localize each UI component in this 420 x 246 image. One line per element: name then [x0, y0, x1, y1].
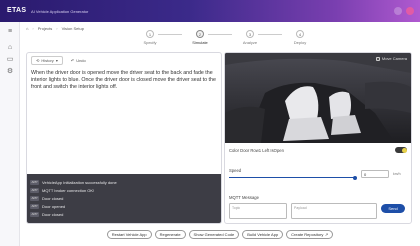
- speed-unit: km/h: [393, 172, 401, 176]
- folder-icon[interactable]: ▭: [6, 56, 14, 64]
- left-rail: ≡ ⌂ ▭ ⚙: [0, 22, 20, 246]
- history-button[interactable]: ⟲ History ▾: [31, 56, 63, 65]
- console-log: APP VehicleApp Initialization successful…: [27, 174, 221, 223]
- log-line: APP MQTT broker connection OK!: [30, 187, 95, 193]
- step-analyze[interactable]: 3 Analyze: [230, 30, 270, 45]
- switch-knob: [401, 147, 407, 153]
- top-bar: ETAS AI Vehicle Application Generator: [0, 0, 420, 22]
- speed-label: Speed: [229, 168, 242, 173]
- etas-logo: ETAS: [7, 7, 27, 14]
- action-bar: Restart Vehicle App Regenerate Show Gene…: [0, 230, 420, 240]
- speed-input[interactable]: 0: [361, 170, 389, 178]
- history-icon: ⟲: [36, 58, 40, 63]
- home-icon[interactable]: ⌂: [26, 26, 28, 31]
- build-vehicle-app-button[interactable]: Build Vehicle App: [242, 230, 284, 239]
- send-button[interactable]: Send: [381, 204, 405, 213]
- log-line: APP Door opened: [30, 203, 66, 209]
- log-line: APP Door closed: [30, 211, 64, 217]
- regenerate-button[interactable]: Regenerate: [154, 230, 186, 239]
- breadcrumb: ⌂ › Projects › Vision Setup: [26, 26, 84, 31]
- separator: ›: [56, 26, 58, 31]
- mqtt-label: MQTT Message: [229, 195, 259, 200]
- vehicle-3d-view[interactable]: Move Camera: [225, 53, 411, 143]
- undo-icon: ↶: [70, 58, 75, 63]
- log-line: APP VehicleApp Initialization successful…: [30, 179, 117, 185]
- simulation-panel: Move Camera Color Door Row1 Left IsOpen …: [224, 52, 412, 224]
- create-repository-button[interactable]: Create Repository ↗: [286, 230, 334, 239]
- prompt-editor-card: ⟲ History ▾ ↶ Undo When the driver door …: [26, 52, 222, 224]
- undo-button[interactable]: ↶ Undo: [67, 56, 90, 65]
- app-title: AI Vehicle Application Generator: [31, 8, 89, 14]
- mqtt-payload-input[interactable]: Payload: [291, 203, 377, 219]
- user-avatar-icon[interactable]: [406, 7, 414, 15]
- car-interior-illustration: [225, 53, 411, 143]
- notification-icon[interactable]: [394, 7, 402, 15]
- home-icon[interactable]: ⌂: [6, 44, 14, 52]
- speed-slider-handle[interactable]: [353, 175, 357, 180]
- door-open-label: Color Door Row1 Left IsOpen: [229, 148, 284, 153]
- breadcrumb-item-current: Vision Setup: [61, 26, 84, 31]
- step-simulate[interactable]: 2 Simulate: [180, 30, 220, 45]
- checkbox-icon: [375, 56, 380, 61]
- speed-slider-fill: [229, 177, 355, 178]
- mqtt-topic-input[interactable]: Topic: [229, 203, 287, 219]
- menu-icon[interactable]: ≡: [6, 28, 14, 36]
- breadcrumb-item-projects[interactable]: Projects: [38, 26, 52, 31]
- settings-icon[interactable]: ⚙: [6, 68, 14, 76]
- external-link-icon: ↗: [324, 232, 329, 237]
- chevron-down-icon: ▾: [55, 58, 58, 63]
- prompt-textarea[interactable]: When the driver door is opened move the …: [31, 70, 219, 92]
- move-camera-toggle[interactable]: Move Camera: [375, 56, 407, 61]
- show-generated-code-button[interactable]: Show Generated Code: [188, 230, 240, 239]
- step-deploy[interactable]: 4 Deploy: [280, 30, 320, 45]
- restart-vehicle-app-button[interactable]: Restart Vehicle App: [106, 230, 152, 239]
- editor-toolbar: ⟲ History ▾ ↶ Undo: [31, 56, 90, 65]
- log-line: APP Door closed: [30, 195, 64, 201]
- step-specify[interactable]: 1 Specify: [130, 30, 170, 45]
- workflow-stepper: 1 Specify 2 Simulate 3 Analyze 4 Deploy: [130, 30, 330, 48]
- door-open-switch[interactable]: [395, 147, 407, 153]
- separator: ›: [32, 26, 34, 31]
